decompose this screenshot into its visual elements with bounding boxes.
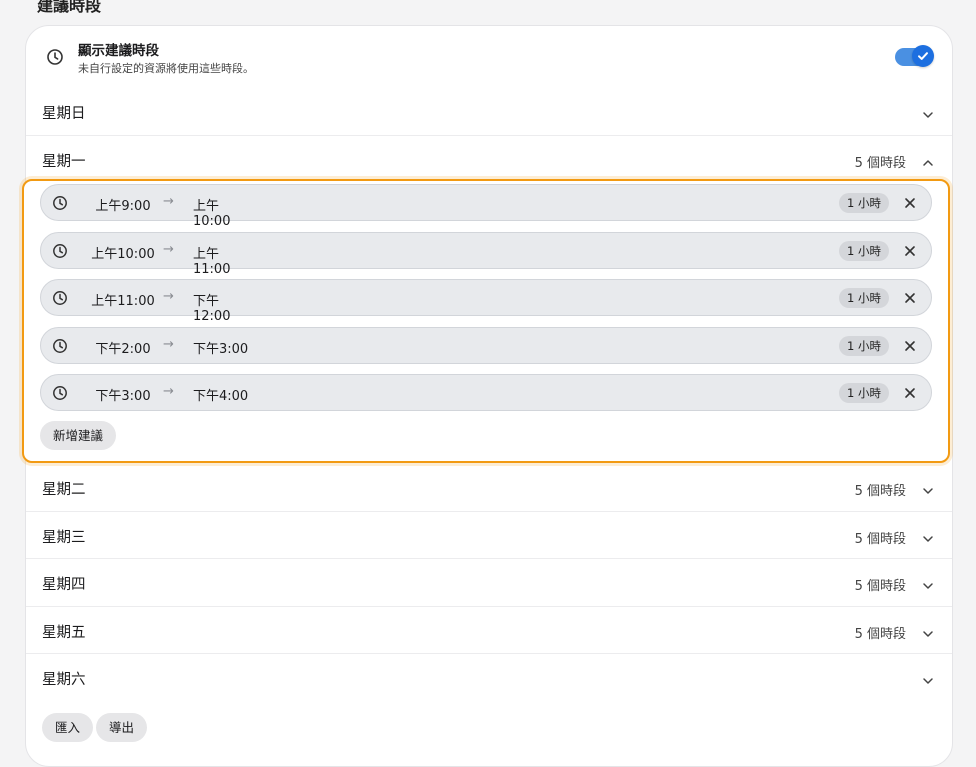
day-label: 星期六	[42, 672, 86, 688]
close-icon[interactable]	[903, 290, 917, 309]
duration-badge: 1 小時	[839, 383, 889, 403]
show-suggestions-toggle[interactable]	[895, 45, 934, 67]
day-row-saturday[interactable]: 星期六	[26, 653, 952, 701]
duration-badge: 1 小時	[839, 336, 889, 356]
close-icon[interactable]	[903, 243, 917, 262]
day-label: 星期三	[42, 530, 86, 546]
toggle-knob	[912, 45, 934, 67]
monday-slots-panel: 上午9:00 → 上午10:00 1 小時 上午10:00 → 上午11:00 …	[22, 179, 950, 463]
slot-end: 下午12:00	[193, 294, 231, 324]
day-label: 星期日	[42, 106, 86, 122]
duration-badge: 1 小時	[839, 241, 889, 261]
check-icon	[918, 52, 928, 60]
add-suggestion-button[interactable]: 新增建議	[40, 421, 117, 450]
day-row-thursday[interactable]: 星期四 5 個時段	[26, 558, 952, 606]
arrow-right-icon: →	[163, 384, 174, 399]
chevron-down-icon	[922, 106, 934, 125]
slot-start: 上午11:00	[91, 294, 155, 309]
slot-end: 下午4:00	[193, 389, 249, 404]
duration-badge: 1 小時	[839, 193, 889, 213]
slot-start: 下午2:00	[95, 342, 151, 357]
slot-end: 下午3:00	[193, 342, 249, 357]
slot-start: 上午10:00	[91, 247, 155, 262]
chevron-down-icon	[922, 577, 934, 596]
day-label: 星期五	[42, 625, 86, 641]
day-row-friday[interactable]: 星期五 5 個時段	[26, 606, 952, 654]
day-row-monday[interactable]: 星期一 5 個時段	[26, 135, 952, 183]
clock-icon	[52, 243, 68, 263]
time-slot[interactable]: 上午10:00 → 上午11:00 1 小時	[40, 232, 932, 277]
day-row-tuesday[interactable]: 星期二 5 個時段	[26, 464, 952, 511]
chevron-down-icon	[922, 530, 934, 549]
clock-icon	[46, 48, 64, 70]
clock-icon	[52, 338, 68, 358]
slot-count: 5 個時段	[854, 484, 906, 499]
day-row-wednesday[interactable]: 星期三 5 個時段	[26, 511, 952, 559]
time-slot[interactable]: 下午3:00 → 下午4:00 1 小時	[40, 374, 932, 411]
chevron-up-icon	[922, 154, 934, 173]
slot-start: 上午9:00	[95, 199, 151, 214]
toggle-description: 未自行設定的資源將使用這些時段。	[78, 62, 254, 75]
close-icon[interactable]	[903, 195, 917, 214]
section-title: 建議時段	[37, 0, 102, 15]
slot-count: 5 個時段	[854, 156, 906, 171]
slot-start: 下午3:00	[95, 389, 151, 404]
toggle-title: 顯示建議時段	[78, 43, 159, 59]
slot-count: 5 個時段	[854, 579, 906, 594]
arrow-right-icon: →	[163, 337, 174, 352]
slot-end: 上午11:00	[193, 247, 231, 277]
time-slot[interactable]: 上午11:00 → 下午12:00 1 小時	[40, 279, 932, 324]
time-slot[interactable]: 上午9:00 → 上午10:00 1 小時	[40, 184, 932, 229]
close-icon[interactable]	[903, 338, 917, 357]
arrow-right-icon: →	[163, 194, 174, 209]
arrow-right-icon: →	[163, 289, 174, 304]
slot-count: 5 個時段	[854, 532, 906, 547]
show-suggestions-row: 顯示建議時段 未自行設定的資源將使用這些時段。	[26, 26, 952, 88]
day-label: 星期四	[42, 577, 86, 593]
chevron-down-icon	[922, 482, 934, 501]
clock-icon	[52, 290, 68, 310]
slot-count: 5 個時段	[854, 627, 906, 642]
day-label: 星期一	[42, 154, 86, 170]
day-row-sunday[interactable]: 星期日	[26, 88, 952, 135]
close-icon[interactable]	[903, 385, 917, 404]
day-label: 星期二	[42, 482, 86, 498]
import-button[interactable]: 匯入	[42, 713, 94, 742]
chevron-down-icon	[922, 672, 934, 691]
export-button[interactable]: 導出	[96, 713, 148, 742]
duration-badge: 1 小時	[839, 288, 889, 308]
suggested-slots-card: 顯示建議時段 未自行設定的資源將使用這些時段。 星期日 星期一 5 個時段 上午…	[22, 25, 953, 767]
clock-icon	[52, 195, 68, 215]
chevron-down-icon	[922, 625, 934, 644]
time-slot[interactable]: 下午2:00 → 下午3:00 1 小時	[40, 327, 932, 364]
clock-icon	[52, 385, 68, 405]
slot-end: 上午10:00	[193, 199, 231, 229]
arrow-right-icon: →	[163, 242, 174, 257]
